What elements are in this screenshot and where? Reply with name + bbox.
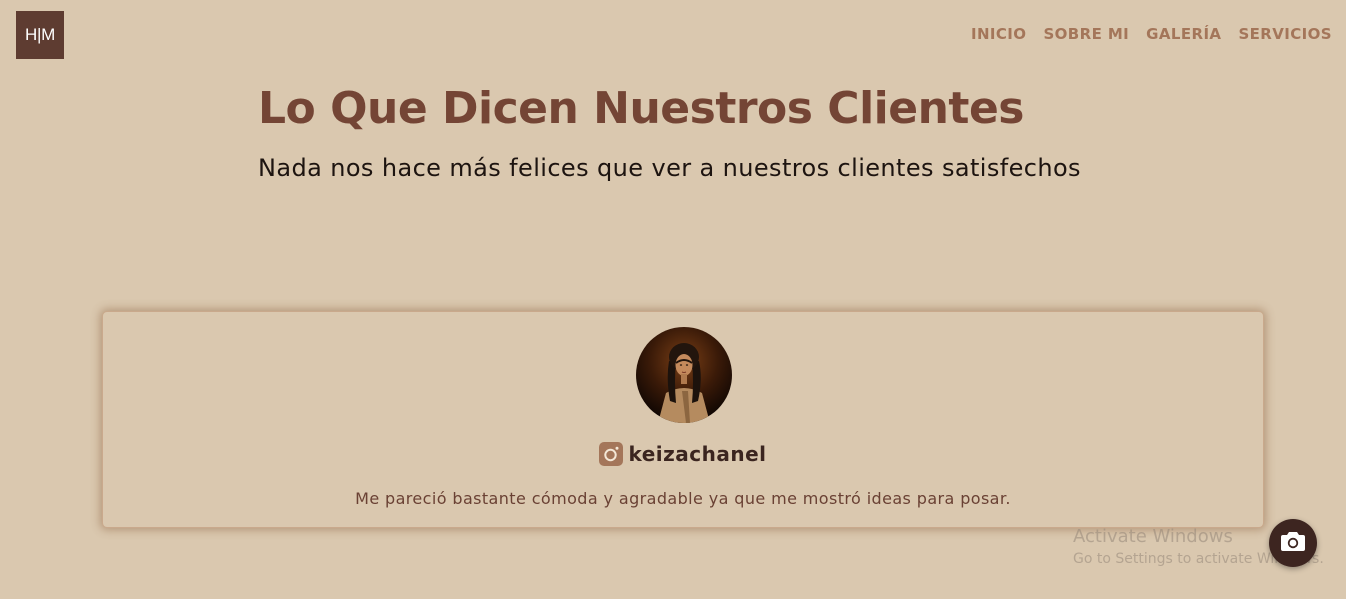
site-logo[interactable]: H|M [16, 11, 64, 59]
testimonial-quote: Me pareció bastante cómoda y agradable y… [355, 489, 1011, 508]
camera-button[interactable] [1269, 519, 1317, 567]
nav-item-galeria[interactable]: GALERÍA [1146, 25, 1221, 43]
nav-item-servicios[interactable]: SERVICIOS [1238, 25, 1332, 43]
main-nav: INICIO SOBRE MI GALERÍA SERVICIOS [971, 25, 1332, 43]
instagram-icon[interactable] [599, 442, 624, 466]
client-handle-row: keizachanel [103, 442, 1263, 466]
client-avatar [636, 327, 732, 423]
logo-text: H|M [25, 25, 55, 44]
testimonials-subtitle: Nada nos hace más felices que ver a nues… [258, 154, 1081, 182]
testimonial-card: keizachanel Me pareció bastante cómoda y… [102, 311, 1264, 528]
nav-item-sobre-mi[interactable]: SOBRE MI [1043, 25, 1129, 43]
camera-icon [1281, 530, 1305, 556]
nav-item-inicio[interactable]: INICIO [971, 25, 1026, 43]
client-handle[interactable]: keizachanel [628, 442, 766, 466]
testimonials-title: Lo Que Dicen Nuestros Clientes [258, 83, 1024, 134]
